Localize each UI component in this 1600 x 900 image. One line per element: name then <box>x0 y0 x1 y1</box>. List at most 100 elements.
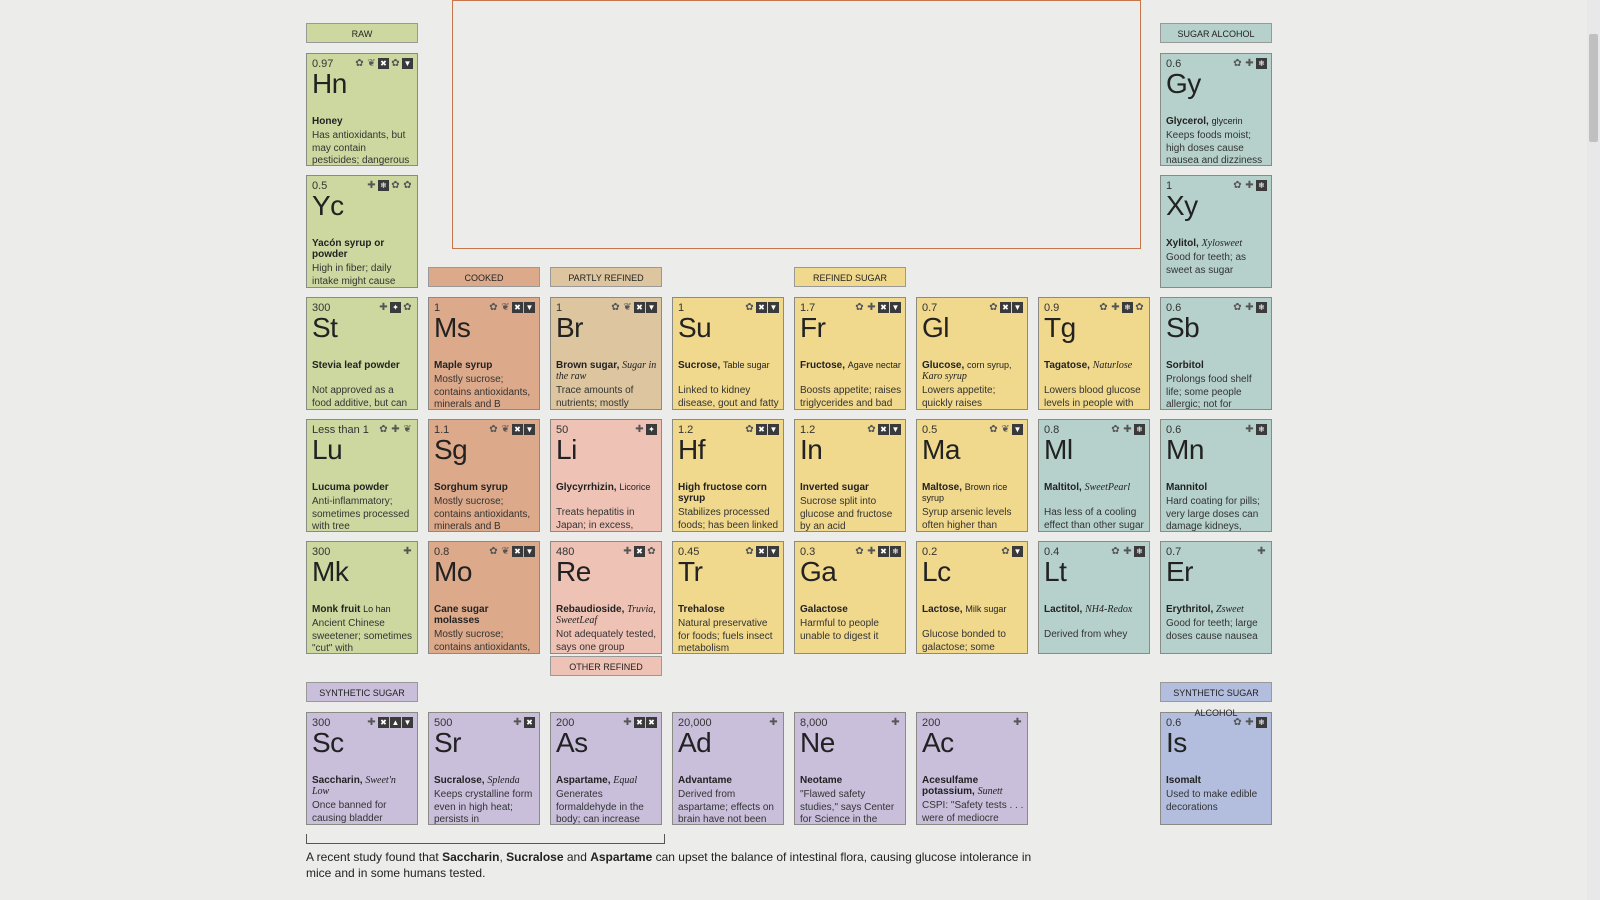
element-tile-ne[interactable]: 8,000 Ne Neotame "Flawed safety studies," s… <box>794 712 906 825</box>
plus-icon: ✚ <box>379 302 388 313</box>
element-tile-in[interactable]: 1.2 In Inverted sugar Sucrose split into gl… <box>794 419 906 532</box>
gear-icon: ✿ <box>989 302 998 313</box>
element-tile-mo[interactable]: 0.8 Mo Cane sugar molasses Mostly sucrose; … <box>428 541 540 654</box>
element-tile-sc[interactable]: 300 Sc Saccharin, Sweet'n Low Once banned f… <box>306 712 418 825</box>
element-name-text: Advantame <box>678 775 732 786</box>
element-name-text: Galactose <box>800 604 848 615</box>
element-symbol: Gl <box>922 312 950 343</box>
element-icons: ✿ ✚ ✖ ▼ <box>854 302 901 313</box>
element-tile-gl[interactable]: 0.7 Gl Glucose, corn syrup, Karo syrup Lowe… <box>916 297 1028 410</box>
element-tile-is[interactable]: 0.6 Is Isomalt Used to make edible decorati… <box>1160 712 1272 825</box>
scrollbar[interactable] <box>1587 0 1600 900</box>
element-name: Trehalose <box>678 604 780 615</box>
element-symbol: Re <box>556 556 591 587</box>
element-name-text: Glucose, <box>922 360 965 371</box>
box-x-icon: ✖ <box>634 546 645 557</box>
element-tile-ga[interactable]: 0.3 Ga Galactose Harmful to people unable t… <box>794 541 906 654</box>
element-brand-name: Sunett <box>977 786 1003 797</box>
element-tile-lu[interactable]: Less than 1 Lu Lucuma powder Anti-inflammat… <box>306 419 418 532</box>
element-tile-yc[interactable]: 0.5 Yc Yacón syrup or powder High in fiber;… <box>306 175 418 288</box>
element-tile-tr[interactable]: 0.45 Tr Trehalose Natural preservative for … <box>672 541 784 654</box>
plus-icon: ✚ <box>403 546 412 557</box>
element-symbol: Ma <box>922 434 960 465</box>
box-snowflake-icon: ❄ <box>1256 58 1267 69</box>
element-name-text: Isomalt <box>1166 775 1202 786</box>
element-icons: ✿ ✖ ▼ <box>744 424 779 435</box>
element-icons: ✿ ✖ ▼ <box>988 302 1023 313</box>
gear-icon: ✿ <box>1135 302 1144 313</box>
element-description: "Flawed safety studies," says Center for… <box>800 789 895 825</box>
element-tile-hn[interactable]: 0.97 Hn Honey Has antioxidants, but may con… <box>306 53 418 166</box>
element-icons: ✿ ✚ ✖ ❄ <box>854 546 901 557</box>
element-tile-ad[interactable]: 20,000 Ad Advantame Derived from aspartame;… <box>672 712 784 825</box>
box-snowflake-icon: ❄ <box>378 180 389 191</box>
element-name: Lucuma powder <box>312 482 414 493</box>
element-icons: ✚ <box>890 717 901 728</box>
element-tile-gy[interactable]: 0.6 Gy Glycerol, glycerin Keeps foods moist… <box>1160 53 1272 166</box>
synthetic-bracket <box>306 834 665 844</box>
plus-icon: ✚ <box>1245 424 1254 435</box>
element-icons: ✚ ❄ ✿ ✿ <box>366 180 413 191</box>
element-tile-ac[interactable]: 200 Ac Acesulfame potassium, Sunett CSPI: "… <box>916 712 1028 825</box>
element-symbol: Ac <box>922 727 954 758</box>
element-name-text: Acesulfame potassium, <box>922 775 979 797</box>
element-symbol: Xy <box>1166 190 1198 221</box>
element-tile-li[interactable]: 50 Li Glycyrrhizin, Licorice Treats hepatit… <box>550 419 662 532</box>
gear-icon: ✿ <box>489 424 498 435</box>
gear-icon: ✿ <box>989 424 998 435</box>
element-tile-mk[interactable]: 300 Mk Monk fruit Lo han Ancient Chinese sw… <box>306 541 418 654</box>
gear-icon: ✿ <box>403 180 412 191</box>
plus-icon: ✚ <box>513 717 522 728</box>
element-name: Mannitol <box>1166 482 1268 493</box>
element-description: Has antioxidants, but may contain pestic… <box>312 130 410 166</box>
element-description: Used to make edible decorations <box>1166 789 1258 813</box>
element-tile-er[interactable]: 0.7 Er Erythritol, Zsweet Good for teeth; l… <box>1160 541 1272 654</box>
element-tile-hf[interactable]: 1.2 Hf High fructose corn syrup Stabilizes … <box>672 419 784 532</box>
plus-icon: ✚ <box>769 717 778 728</box>
element-tile-ml[interactable]: 0.8 Ml Maltitol, SweetPearl Has less of a c… <box>1038 419 1150 532</box>
element-tile-xy[interactable]: 1 Xy Xylitol, Xylosweet Good for teeth; as … <box>1160 175 1272 288</box>
element-tile-mn[interactable]: 0.6 Mn Mannitol Hard coating for pills; ver… <box>1160 419 1272 532</box>
element-icons: ✿ ✖ ▼ <box>744 302 779 313</box>
box-up-icon: ▲ <box>390 717 401 728</box>
gear-icon: ✿ <box>1099 302 1108 313</box>
element-tile-fr[interactable]: 1.7 Fr Fructose, Agave nectar Boosts appeti… <box>794 297 906 410</box>
element-name-text: Fructose, <box>800 360 846 371</box>
element-tile-as[interactable]: 200 As Aspartame, Equal Generates formaldeh… <box>550 712 662 825</box>
box-x-icon: ✖ <box>878 302 889 313</box>
element-tile-tg[interactable]: 0.9 Tg Tagatose, Naturlose Lowers blood glu… <box>1038 297 1150 410</box>
element-tile-st[interactable]: 300 St Stevia leaf powder Not approved as a… <box>306 297 418 410</box>
element-description: Not adequately tested, says one group <box>556 629 657 653</box>
element-tile-lt[interactable]: 0.4 Lt Lactitol, NH4-Redox Derived from whe… <box>1038 541 1150 654</box>
element-tile-br[interactable]: 1 Br Brown sugar, Sugar in the raw Trace am… <box>550 297 662 410</box>
element-tile-sr[interactable]: 500 Sr Sucralose, Splenda Keeps crystalline… <box>428 712 540 825</box>
element-name: Sorbitol <box>1166 360 1268 371</box>
element-symbol: Sb <box>1166 312 1200 343</box>
element-description: Has less of a cooling effect than other … <box>1044 507 1144 531</box>
gear-icon: ✿ <box>867 424 876 435</box>
element-tile-lc[interactable]: 0.2 Lc Lactose, Milk sugar Glucose bonded t… <box>916 541 1028 654</box>
element-name: Stevia leaf powder <box>312 360 414 371</box>
bee-icon: ❦ <box>623 302 632 313</box>
plus-icon: ✚ <box>623 546 632 557</box>
element-symbol: Li <box>556 434 577 465</box>
element-name-text: Neotame <box>800 775 843 786</box>
plus-icon: ✚ <box>635 424 644 435</box>
element-name: Glycerol, glycerin <box>1166 116 1268 127</box>
gear-icon: ✿ <box>647 546 656 557</box>
element-tile-re[interactable]: 480 Re Rebaudioside, Truvia, SweetLeaf Not … <box>550 541 662 654</box>
element-tile-su[interactable]: 1 Su Sucrose, Table sugar Linked to kidney … <box>672 297 784 410</box>
scrollbar-thumb[interactable] <box>1589 34 1598 142</box>
plus-icon: ✚ <box>1245 717 1254 728</box>
element-description: Generates formaldehyde in the body; can … <box>556 789 644 825</box>
box-snowflake-icon: ❄ <box>1134 424 1145 435</box>
plus-icon: ✚ <box>1111 302 1120 313</box>
element-icons: ✿✚❄ <box>1232 302 1267 313</box>
element-tile-ma[interactable]: 0.5 Ma Maltose, Brown rice syrup Syrup arse… <box>916 419 1028 532</box>
element-name: Advantame <box>678 775 780 786</box>
element-tile-sg[interactable]: 1.1 Sg Sorghum syrup Mostly sucrose; contai… <box>428 419 540 532</box>
gear-icon: ✿ <box>745 424 754 435</box>
element-icons: ✿ ▼ <box>1000 546 1023 557</box>
element-tile-sb[interactable]: 0.6 Sb Sorbitol Prolongs food shelf life; s… <box>1160 297 1272 410</box>
element-tile-ms[interactable]: 1 Ms Maple syrup Mostly sucrose; contains a… <box>428 297 540 410</box>
